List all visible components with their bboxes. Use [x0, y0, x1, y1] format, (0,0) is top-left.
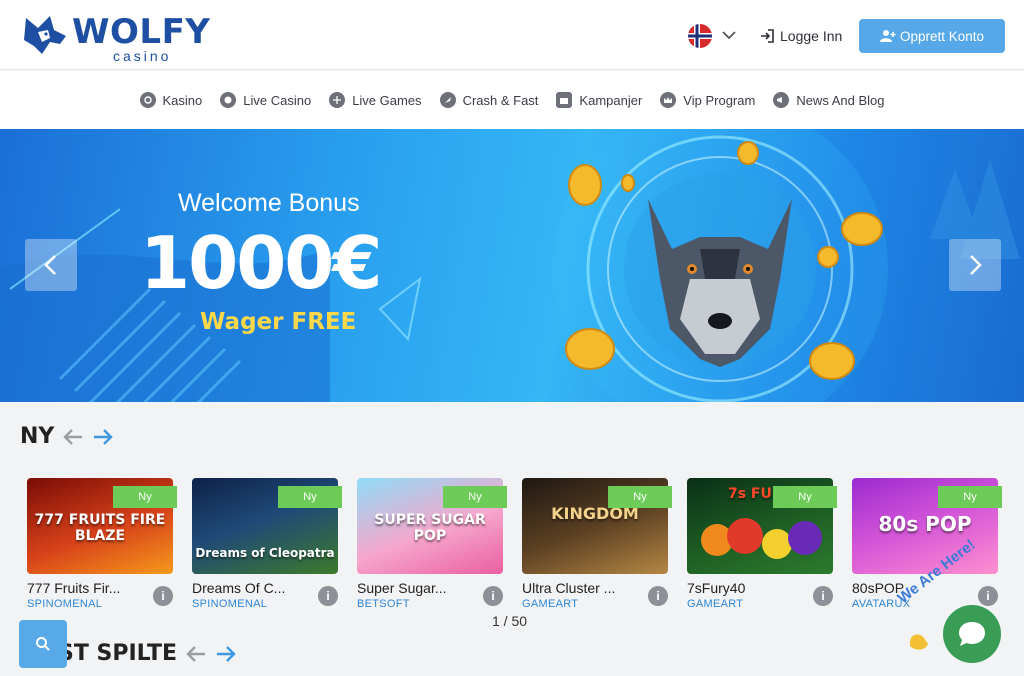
game-name[interactable]: 777 Fruits Fir... — [27, 580, 147, 596]
new-badge: Ny — [938, 486, 1002, 508]
nav-item-label: News And Blog — [796, 92, 885, 108]
arrow-left-icon[interactable] — [62, 426, 84, 448]
logo-wordmark: WOLFY — [72, 12, 211, 52]
nav-item-label: Kasino — [162, 92, 203, 108]
game-card[interactable]: 777 FRUITS FIRE BLAZE Ny 777 Fruits Fir.… — [27, 478, 177, 612]
login-label: Logge Inn — [780, 28, 843, 44]
nav-item-label: Live Games — [352, 92, 422, 108]
new-badge: Ny — [773, 486, 837, 508]
arrow-right-icon[interactable] — [92, 426, 114, 448]
nav-item-crash-fast[interactable]: Crash & Fast — [439, 92, 539, 108]
gift-icon — [556, 92, 573, 108]
game-name[interactable]: Super Sugar... — [357, 580, 477, 596]
logo-subtitle: casino — [113, 48, 172, 64]
add-user-icon — [879, 30, 896, 42]
nav-item-live-casino[interactable]: Live Casino — [220, 92, 311, 108]
banner-wager-text: Wager FREE — [200, 309, 357, 335]
section-title-recent: ST SPILTE — [58, 641, 178, 666]
info-icon[interactable]: i — [153, 586, 173, 606]
game-card[interactable]: Dreams of Cleopatra Ny Dreams Of C... SP… — [192, 478, 342, 612]
game-card[interactable]: SUPER SUGAR POP Ny Super Sugar... BETSOF… — [357, 478, 507, 612]
norway-flag-icon[interactable] — [688, 24, 712, 48]
new-badge: Ny — [443, 486, 507, 508]
arrow-left-icon[interactable] — [185, 643, 207, 665]
new-badge: Ny — [113, 486, 177, 508]
game-card[interactable]: 7s FURY Ny 7sFury40 GAMEART i — [687, 478, 837, 612]
thumbnail-title: SUPER SUGAR POP — [374, 512, 486, 544]
game-provider: SPINOMENAL — [27, 598, 103, 610]
hero-banner[interactable]: Welcome Bonus 1000€ Wager FREE — [0, 129, 1024, 402]
chevron-right-icon — [970, 255, 982, 275]
section-title-new: NY — [20, 424, 55, 449]
search-icon — [36, 637, 50, 651]
new-section-arrows — [62, 426, 114, 448]
info-icon[interactable]: i — [648, 586, 668, 606]
search-button[interactable] — [19, 620, 67, 668]
nav-item-news-blog[interactable]: News And Blog — [773, 92, 884, 108]
game-provider: GAMEART — [522, 598, 579, 610]
site-header: WOLFY casino Logge Inn Opprett Konto — [0, 0, 1024, 70]
game-card[interactable]: KINGDOM Ny Ultra Cluster ... GAMEART i — [522, 478, 672, 612]
new-badge: Ny — [278, 486, 342, 508]
chevron-down-icon[interactable] — [722, 28, 736, 42]
banner-amount: 1000€ — [140, 221, 382, 305]
thumbnail-title: Dreams of Cleopatra — [195, 546, 335, 560]
banner-next-button[interactable] — [949, 239, 1001, 291]
nav-item-label: Crash & Fast — [462, 92, 539, 108]
globe-icon — [329, 92, 346, 108]
info-icon[interactable]: i — [483, 586, 503, 606]
thumbnail-title: 80s POP — [878, 512, 972, 536]
chip-icon — [139, 92, 156, 108]
game-name[interactable]: 7sFury40 — [687, 580, 807, 596]
login-icon — [761, 29, 774, 43]
rocket-icon — [439, 92, 456, 108]
info-icon[interactable]: i — [813, 586, 833, 606]
info-icon[interactable]: i — [978, 586, 998, 606]
login-button[interactable]: Logge Inn — [760, 25, 842, 47]
game-name[interactable]: Ultra Cluster ... — [522, 580, 642, 596]
nav-item-label: Live Casino — [243, 92, 312, 108]
wolf-logo-icon — [24, 16, 66, 54]
banner-prev-button[interactable] — [25, 239, 77, 291]
game-provider: BETSOFT — [357, 598, 410, 610]
wolfy-logo[interactable]: WOLFY casino — [20, 10, 210, 64]
nav-item-kasino[interactable]: Kasino — [139, 92, 203, 108]
crown-icon — [660, 92, 677, 108]
new-badge: Ny — [608, 486, 672, 508]
signup-button[interactable]: Opprett Konto — [859, 19, 1005, 53]
nav-item-kampanjer[interactable]: Kampanjer — [556, 92, 642, 108]
nav-item-label: Vip Program — [683, 92, 756, 108]
info-icon[interactable]: i — [318, 586, 338, 606]
recent-section-arrows — [185, 643, 237, 665]
nav-item-live-games[interactable]: Live Games — [329, 92, 422, 108]
banner-title: Welcome Bonus — [178, 189, 360, 217]
nav-item-vip-program[interactable]: Vip Program — [660, 92, 755, 108]
carousel-pager: 1 / 50 — [492, 613, 528, 629]
chat-button[interactable] — [943, 605, 1001, 663]
game-name[interactable]: Dreams Of C... — [192, 580, 312, 596]
waving-hand-icon — [910, 634, 928, 650]
game-provider: GAMEART — [687, 598, 744, 610]
chevron-left-icon — [44, 255, 56, 275]
roulette-icon — [220, 92, 237, 108]
megaphone-icon — [773, 92, 790, 108]
game-card[interactable]: 80s POP Ny 80sPOP AVATARUX i — [852, 478, 1002, 612]
nav-item-label: Kampanjer — [579, 92, 643, 108]
arrow-right-icon[interactable] — [215, 643, 237, 665]
thumbnail-title: 777 FRUITS FIRE BLAZE — [34, 512, 166, 544]
signup-label: Opprett Konto — [899, 28, 985, 44]
main-nav: Kasino Live Casino Live Games Crash & Fa… — [0, 71, 1024, 129]
chat-bubble-icon — [959, 622, 985, 646]
game-provider: SPINOMENAL — [192, 598, 268, 610]
